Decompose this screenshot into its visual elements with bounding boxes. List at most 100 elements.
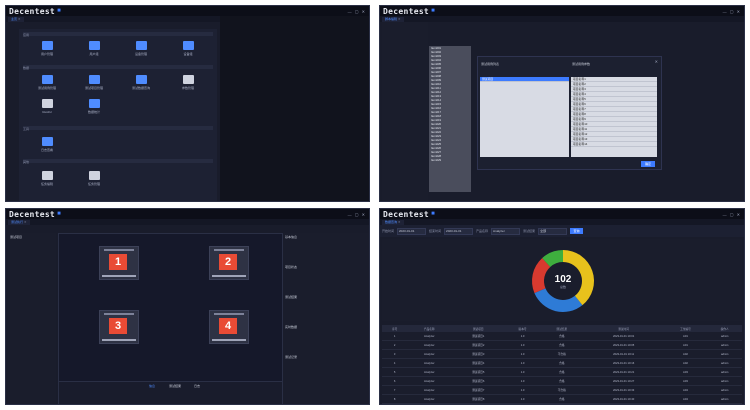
column-header[interactable]: 测试结果 <box>539 325 584 332</box>
tab-script[interactable]: 脚本编辑✕ <box>382 16 404 22</box>
table-cell: 2023-01-01 10:01 <box>583 332 664 341</box>
column-header[interactable]: 序号 <box>382 325 408 332</box>
tab-info[interactable]: 信息 <box>149 384 155 388</box>
module-tile[interactable]: 测试数据查询 <box>121 75 161 90</box>
table-cell: admin <box>707 358 742 368</box>
module-tile[interactable]: 设备管理 <box>121 41 161 56</box>
table-cell: 1.0 <box>505 376 540 386</box>
end-date-input[interactable]: 2023-01-31 <box>444 227 474 235</box>
station-number: 3 <box>109 318 127 334</box>
tab-query[interactable]: 数据查询✕ <box>382 219 404 225</box>
module-label: 任务管理 <box>87 182 100 186</box>
table-cell: 合格 <box>539 394 584 404</box>
module-tile[interactable]: 任务管理 <box>74 171 114 186</box>
info-section-label: 测试记录 <box>285 355 298 359</box>
window-controls[interactable]: — ▢ ✕ <box>348 9 366 14</box>
table-cell: 9 <box>382 403 408 404</box>
table-cell: 2023-01-01 10:40 <box>583 394 664 404</box>
module-icon <box>135 75 147 84</box>
case-list: 测试项目 <box>480 77 569 157</box>
query-button[interactable]: 查询 <box>570 228 584 234</box>
tab-results[interactable]: 测试结果 <box>169 384 181 388</box>
table-cell: admin <box>707 403 742 404</box>
param-item[interactable]: 项目名称14 <box>571 142 657 147</box>
table-cell: A03 <box>663 376 708 386</box>
table-cell: 1.0 <box>505 340 540 350</box>
window-controls[interactable]: — ▢ ✕ <box>723 9 741 14</box>
column-header[interactable]: 产品名称 <box>407 325 452 332</box>
table-row[interactable]: 4 Analyzer 测试项目4 1.0 合格 2023-01-01 10:16 A02 ad… <box>382 358 742 368</box>
column-header[interactable]: 操作人 <box>707 325 742 332</box>
ok-button[interactable]: 确定 <box>641 161 655 167</box>
tab-home[interactable]: 主页✕ <box>8 16 24 22</box>
module-tile[interactable]: 测试用例管理 <box>27 75 67 90</box>
table-row[interactable]: 5 Analyzer 测试项目5 1.0 合格 2023-01-01 10:21 A03 ad… <box>382 367 742 377</box>
table-cell: 合格 <box>539 376 584 386</box>
module-tile[interactable]: 日志查看 <box>27 137 67 152</box>
module-tile[interactable]: 测试项目管理 <box>74 75 114 90</box>
module-label: 任务编辑 <box>40 182 53 186</box>
table-cell: 2023-01-01 10:27 <box>583 376 664 386</box>
table-cell: 合格 <box>539 340 584 350</box>
station-cell[interactable]: 4 <box>209 310 249 344</box>
station-cell[interactable]: 1 <box>99 246 139 280</box>
module-tile[interactable]: 任务编辑 <box>27 171 67 186</box>
list-item[interactable]: Item029 <box>429 158 471 162</box>
column-header[interactable]: 测试时间 <box>583 325 664 332</box>
list-item[interactable]: 测试项目 <box>480 77 569 82</box>
table-cell: 6 <box>382 376 408 386</box>
side-title: 测试项目 <box>10 235 23 239</box>
close-icon[interactable]: ✕ <box>655 59 658 64</box>
module-tile[interactable]: 设备组 <box>168 41 208 56</box>
table-row[interactable]: 7 Analyzer 测试项目7 1.0 不合格 2023-01-01 10:33 A04 a… <box>382 385 742 395</box>
module-label: 参数管理 <box>181 86 194 90</box>
station-cell[interactable]: 3 <box>99 310 139 344</box>
dialog-right-title: 测试用例参数 <box>572 62 591 66</box>
module-icon <box>41 99 53 108</box>
product-input[interactable]: Analyzer <box>491 227 521 235</box>
app-logo: Decentest <box>9 209 56 219</box>
table-row[interactable]: 1 Analyzer 测试项目1 1.0 合格 2023-01-01 10:01 A01 ad… <box>382 332 742 341</box>
module-label: 设备管理 <box>134 52 147 56</box>
module-icon <box>88 99 100 108</box>
table-cell: 4 <box>382 358 408 368</box>
table-cell: 2 <box>382 340 408 350</box>
table-cell: 测试项目4 <box>451 358 506 368</box>
tab-label: 测试执行 <box>11 219 24 224</box>
table-cell: Analyzer <box>407 367 452 377</box>
pie-slice-1[interactable] <box>534 288 583 312</box>
window-controls[interactable]: — ▢ ✕ <box>723 212 741 217</box>
result-select[interactable]: 全部 <box>538 227 568 235</box>
module-tile[interactable]: 参数管理 <box>168 75 208 90</box>
table-cell: A01 <box>663 340 708 350</box>
module-tile[interactable]: 用户组 <box>74 41 114 56</box>
table-cell: 1.0 <box>505 367 540 377</box>
section-label: 数据 <box>23 66 30 70</box>
module-tile[interactable]: Restful <box>27 99 67 114</box>
close-icon[interactable]: ✕ <box>398 17 401 21</box>
column-header[interactable]: 版本号 <box>505 325 540 332</box>
info-section-label: 实时数据 <box>285 325 298 329</box>
tab-execution[interactable]: 测试执行✕ <box>8 219 30 225</box>
table-row[interactable]: 6 Analyzer 测试项目6 1.0 合格 2023-01-01 10:27 A03 ad… <box>382 376 742 386</box>
module-label: 日志查看 <box>40 148 53 152</box>
table-row[interactable]: 2 Analyzer 测试项目2 1.0 合格 2023-01-01 10:05 A01 ad… <box>382 340 742 350</box>
table-cell: 合格 <box>539 358 584 368</box>
module-tile[interactable]: 数据统计 <box>74 99 114 114</box>
station-cell[interactable]: 2 <box>209 246 249 280</box>
table-row[interactable]: 9Analyzer测试项目91.0合格2023-01-01 10:44A05ad… <box>382 403 742 404</box>
start-date-input[interactable]: 2023-01-01 <box>397 227 427 235</box>
table-row[interactable]: 3 Analyzer 测试项目3 1.0 不合格 2023-01-01 10:11 A02 a… <box>382 349 742 359</box>
close-icon[interactable]: ✕ <box>398 220 401 224</box>
tab-log[interactable]: 日志 <box>194 384 200 388</box>
table-cell: 1.0 <box>505 358 540 368</box>
module-tile[interactable]: 用户管理 <box>27 41 67 56</box>
section-label: 应用 <box>23 33 30 37</box>
close-icon[interactable]: ✕ <box>24 220 27 224</box>
column-header[interactable]: 测试项目 <box>451 325 506 332</box>
window-controls[interactable]: — ▢ ✕ <box>348 212 366 217</box>
close-icon[interactable]: ✕ <box>18 17 21 21</box>
table-row[interactable]: 8 Analyzer 测试项目8 1.0 合格 2023-01-01 10:40 A04 ad… <box>382 394 742 404</box>
info-section-label: 基本信息 <box>285 235 298 239</box>
column-header[interactable]: 工位编号 <box>663 325 708 332</box>
